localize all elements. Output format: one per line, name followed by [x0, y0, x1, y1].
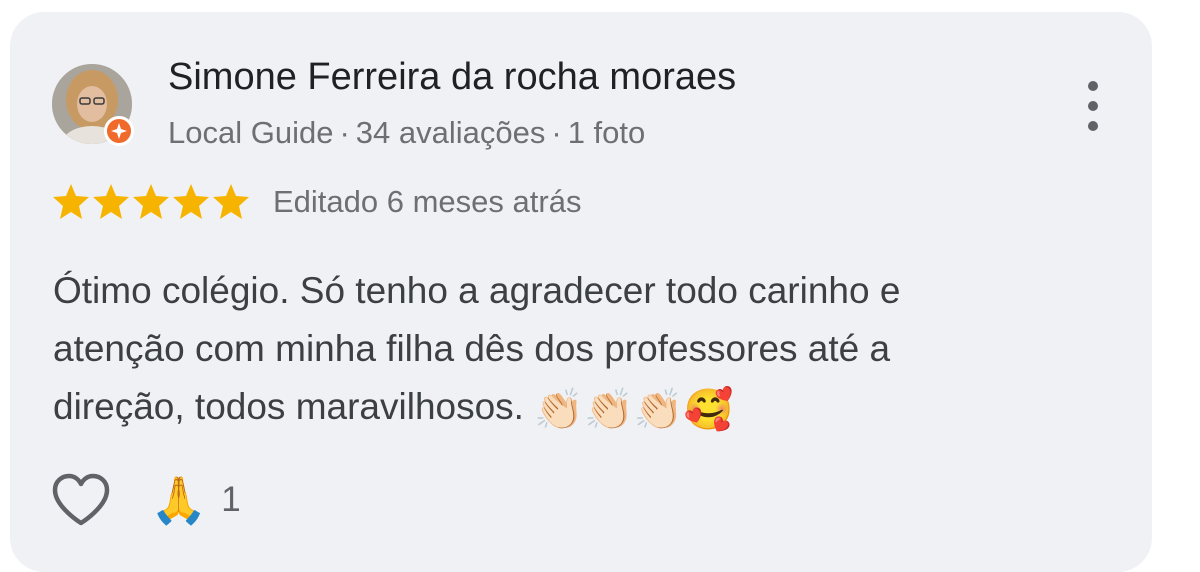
review-line-text: direção, todos maravilhosos. — [53, 386, 524, 427]
star-icon — [53, 184, 89, 219]
review-line: Ótimo colégio. Só tenho a agradecer todo… — [53, 270, 901, 311]
reviews-count: 34 avaliações — [355, 115, 546, 150]
local-guide-badge-icon — [104, 116, 134, 146]
star-icon — [213, 184, 249, 219]
heart-outline-icon[interactable] — [50, 472, 112, 528]
review-emojis: 👏🏻👏🏻👏🏻🥰 — [534, 388, 734, 432]
photos-count: 1 foto — [567, 115, 646, 150]
reviewer-meta: Local Guide · 34 avaliações · 1 foto — [168, 115, 645, 151]
star-icon — [173, 184, 209, 219]
reviewer-avatar[interactable] — [52, 64, 134, 146]
reaction-chip[interactable]: 🙏 1 — [150, 470, 241, 530]
praying-hands-icon: 🙏 — [150, 474, 208, 526]
more-vertical-icon[interactable] — [1078, 78, 1108, 134]
meta-separator: · — [551, 115, 562, 150]
review-text: Ótimo colégio. Só tenho a agradecer todo… — [53, 262, 1133, 439]
edited-timestamp: Editado 6 meses atrás — [273, 184, 582, 219]
star-rating — [52, 182, 252, 222]
reaction-count: 1 — [221, 480, 241, 519]
local-guide-label: Local Guide — [168, 115, 334, 150]
star-icon — [93, 184, 129, 219]
review-line: atenção com minha filha dês dos professo… — [53, 328, 891, 369]
review-card: Simone Ferreira da rocha moraes Local Gu… — [10, 12, 1152, 572]
star-icon — [133, 184, 169, 219]
reviewer-name[interactable]: Simone Ferreira da rocha moraes — [168, 56, 736, 99]
meta-separator: · — [339, 115, 350, 150]
review-line: direção, todos maravilhosos. 👏🏻👏🏻👏🏻🥰 — [53, 378, 1133, 439]
